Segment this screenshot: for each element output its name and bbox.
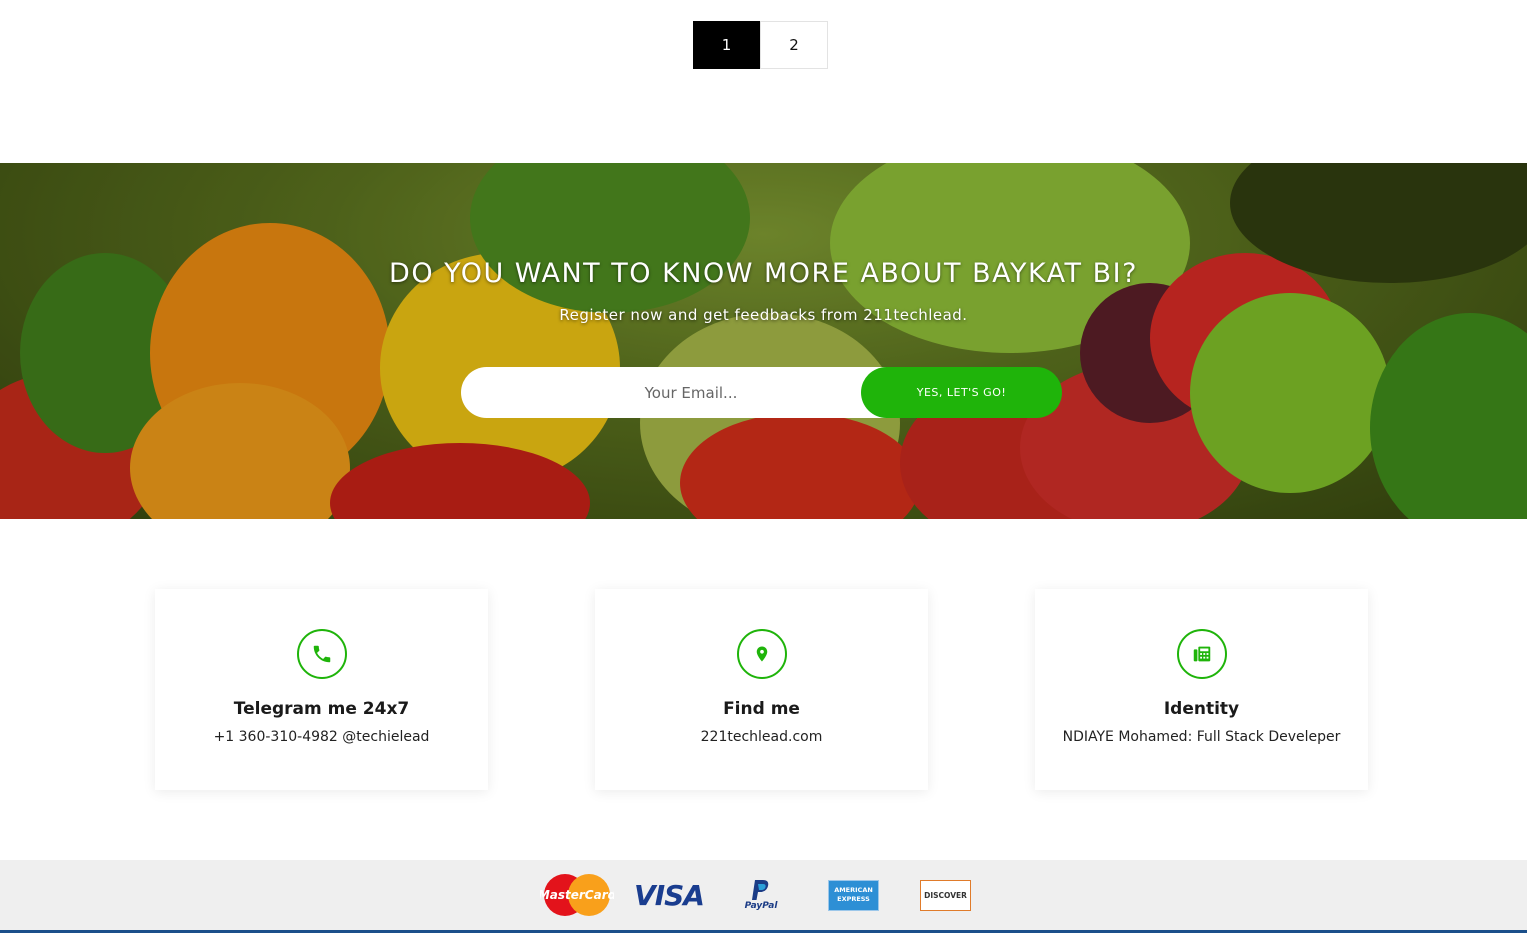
phone-icon	[296, 629, 347, 679]
visa-label: VISA	[634, 878, 705, 912]
paypal-logo: PayPal	[740, 873, 782, 917]
fax-icon	[1176, 629, 1227, 679]
discover-label: DISCOVER	[924, 890, 967, 900]
banner-title: DO YOU WANT TO KNOW MORE ABOUT BAYKAT BI…	[389, 258, 1138, 289]
banner-overlay	[0, 163, 1527, 519]
card-title: Telegram me 24x7	[233, 699, 410, 719]
map-pin-icon	[736, 629, 787, 679]
banner-subtitle: Register now and get feedbacks from 211t…	[559, 306, 968, 324]
mastercard-label: MasterCard	[540, 888, 614, 902]
visa-logo: VISA	[630, 873, 708, 917]
subscribe-form: YES, LET'S GO!	[461, 367, 1062, 418]
subscribe-button[interactable]: YES, LET'S GO!	[861, 367, 1062, 418]
paypal-label: PayPal	[744, 901, 778, 911]
page-1-button[interactable]: 1	[693, 21, 760, 69]
contact-card-identity: Identity NDIAYE Mohamed: Full Stack Deve…	[1035, 589, 1368, 790]
card-title: Identity	[1163, 699, 1240, 719]
card-title: Find me	[723, 699, 800, 719]
mastercard-logo: MasterCard	[540, 873, 614, 917]
amex-label: AMERICAN EXPRESS	[834, 886, 873, 903]
contact-card-find-me: Find me 221techlead.com	[595, 589, 928, 790]
pagination: 1 2	[693, 21, 828, 69]
card-text: NDIAYE Mohamed: Full Stack Develeper	[1062, 729, 1341, 745]
american-express-logo: AMERICAN EXPRESS	[828, 873, 879, 917]
page-2-button[interactable]: 2	[760, 21, 828, 69]
email-input[interactable]	[461, 367, 891, 418]
contact-card-telegram: Telegram me 24x7 +1 360-310-4982 @techie…	[155, 589, 488, 790]
card-text: 221techlead.com	[700, 729, 823, 745]
newsletter-banner: DO YOU WANT TO KNOW MORE ABOUT BAYKAT BI…	[0, 163, 1527, 519]
discover-logo: DISCOVER	[920, 873, 971, 917]
card-text: +1 360-310-4982 @techielead	[213, 729, 430, 745]
